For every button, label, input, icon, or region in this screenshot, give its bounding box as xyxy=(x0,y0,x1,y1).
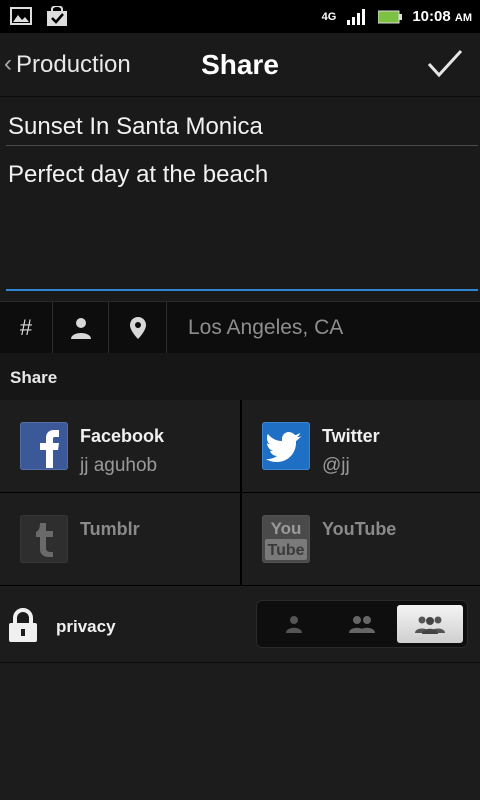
gallery-icon xyxy=(10,7,32,25)
person-icon xyxy=(70,318,91,339)
youtube-icon: You Tube xyxy=(262,515,310,563)
privacy-option-friends[interactable] xyxy=(329,605,395,643)
lock-icon xyxy=(9,608,37,642)
service-account: jj aguhob xyxy=(80,455,158,476)
title-bar: ‹ Production Share xyxy=(0,33,480,97)
title-input[interactable] xyxy=(6,109,478,146)
service-account: @jj xyxy=(322,455,350,476)
status-bar: 4G 10:08 AM xyxy=(0,0,480,33)
post-fields: Perfect day at the beach xyxy=(0,97,480,301)
service-name: Tumblr xyxy=(80,519,140,539)
privacy-label: privacy xyxy=(56,617,116,636)
svg-text:Tube: Tube xyxy=(267,542,304,559)
svg-text:You: You xyxy=(271,519,302,538)
description-input[interactable]: Perfect day at the beach xyxy=(6,157,478,291)
share-twitter[interactable]: Twitter @jj xyxy=(240,400,480,493)
empty-area xyxy=(0,663,480,800)
tumblr-icon xyxy=(20,515,68,563)
privacy-selector xyxy=(256,600,468,648)
service-name: Twitter xyxy=(322,426,380,446)
two-people-icon xyxy=(349,616,375,633)
chevron-left-icon: ‹ xyxy=(4,49,12,77)
privacy-row: privacy xyxy=(0,588,480,663)
tag-bar: # Los Angeles, CA xyxy=(0,301,480,354)
share-youtube[interactable]: You Tube YouTube xyxy=(240,493,480,586)
signal-icon xyxy=(347,8,366,25)
service-name: YouTube xyxy=(322,519,397,539)
share-section-header: Share xyxy=(0,353,480,401)
share-tumblr[interactable]: Tumblr xyxy=(0,493,240,586)
battery-icon xyxy=(378,10,403,23)
shopping-bag-check-icon xyxy=(47,6,67,26)
location-button[interactable] xyxy=(109,302,167,354)
service-name: Facebook xyxy=(80,426,165,446)
location-pin-icon xyxy=(129,317,146,339)
back-button[interactable]: ‹ Production xyxy=(4,33,131,96)
clock: 10:08 AM xyxy=(412,8,472,25)
share-facebook[interactable]: Facebook jj aguhob xyxy=(0,400,240,493)
back-label: Production xyxy=(16,50,131,78)
location-text[interactable]: Los Angeles, CA xyxy=(188,302,343,354)
share-heading: Share xyxy=(10,368,58,387)
facebook-icon xyxy=(20,422,68,470)
tag-person-button[interactable] xyxy=(53,302,109,354)
single-person-icon xyxy=(286,616,302,633)
group-icon xyxy=(415,616,445,634)
checkmark-icon[interactable] xyxy=(426,47,464,81)
network-type: 4G xyxy=(321,10,337,23)
twitter-icon xyxy=(262,422,310,470)
share-services-grid: Facebook jj aguhob Twitter @jj Tumblr Yo… xyxy=(0,400,480,588)
hashtag-icon: # xyxy=(19,315,33,340)
privacy-option-private[interactable] xyxy=(261,605,327,643)
hashtag-button[interactable]: # xyxy=(0,302,53,354)
privacy-option-public[interactable] xyxy=(397,605,463,643)
